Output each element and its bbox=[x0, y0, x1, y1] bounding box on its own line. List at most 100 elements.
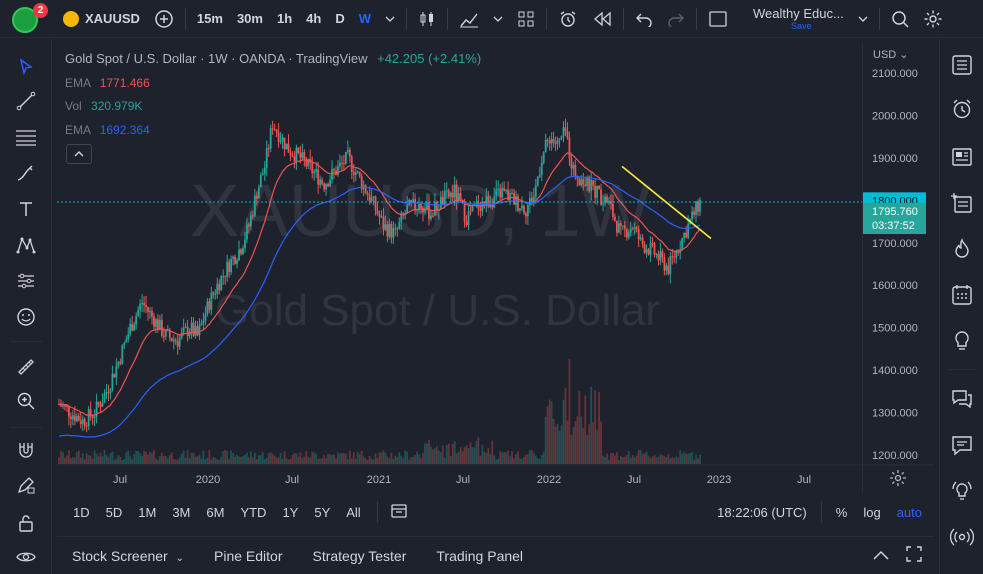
range-1m[interactable]: 1M bbox=[130, 505, 164, 520]
compare-add-button[interactable] bbox=[147, 0, 181, 38]
add-list-icon[interactable] bbox=[948, 189, 976, 217]
tab-pine-editor[interactable]: Pine Editor bbox=[199, 548, 297, 564]
price-chart[interactable]: XAUUSD, 1WGold Spot / U.S. Dollar 2100.0… bbox=[57, 43, 934, 494]
currency-selector[interactable]: USD ⌄ bbox=[873, 48, 909, 61]
search-icon[interactable] bbox=[884, 0, 916, 38]
calendar-icon[interactable] bbox=[948, 281, 976, 309]
candle-body bbox=[103, 393, 106, 403]
magnet-icon[interactable] bbox=[12, 437, 40, 465]
candle-body bbox=[578, 178, 581, 186]
indicator-ema-fast[interactable]: EMA 1771.466 bbox=[65, 76, 150, 90]
streams-broadcast-icon[interactable] bbox=[948, 523, 976, 551]
timeframe-d[interactable]: D bbox=[328, 11, 351, 26]
redo-icon[interactable] bbox=[660, 0, 692, 38]
watchlist-icon[interactable] bbox=[948, 51, 976, 79]
smiley-icon[interactable] bbox=[12, 303, 40, 331]
tab-strategy-tester[interactable]: Strategy Tester bbox=[297, 548, 421, 564]
panel-maximize-icon[interactable] bbox=[900, 546, 934, 565]
watermark-name: Gold Spot / U.S. Dollar bbox=[215, 286, 660, 335]
cursor-icon[interactable] bbox=[12, 53, 40, 81]
auto-scale-toggle[interactable]: auto bbox=[889, 505, 930, 520]
chart-pane[interactable]: XAUUSD, 1W Gold Spot / U.S. Dollar 2100.0… bbox=[57, 43, 934, 494]
timeframe-1h[interactable]: 1h bbox=[270, 11, 299, 26]
undo-icon[interactable] bbox=[628, 0, 660, 38]
lock-icon[interactable] bbox=[12, 509, 40, 537]
indicators-icon[interactable] bbox=[452, 0, 486, 38]
eye-icon[interactable] bbox=[12, 543, 40, 571]
ideas-stream-icon[interactable] bbox=[948, 477, 976, 505]
brush-tool-icon[interactable] bbox=[12, 159, 40, 187]
hotlist-flame-icon[interactable] bbox=[948, 235, 976, 263]
range-5d[interactable]: 5D bbox=[98, 505, 131, 520]
candle-body bbox=[293, 156, 296, 162]
replay-icon[interactable] bbox=[585, 0, 619, 38]
range-1d[interactable]: 1D bbox=[65, 505, 98, 520]
fib-tool-icon[interactable] bbox=[12, 123, 40, 151]
volume-bar bbox=[172, 458, 175, 464]
candle-body bbox=[342, 162, 345, 164]
volume-bar bbox=[186, 450, 189, 464]
time-axis-settings-icon[interactable] bbox=[889, 469, 909, 489]
candle-body bbox=[406, 204, 409, 214]
timeframe-4h[interactable]: 4h bbox=[299, 11, 328, 26]
candle-body bbox=[244, 239, 246, 249]
date-range-icon[interactable] bbox=[382, 503, 416, 522]
timeframe-dropdown-icon[interactable] bbox=[378, 0, 402, 38]
layout-dropdown-icon[interactable] bbox=[851, 0, 875, 38]
candle-body bbox=[99, 404, 102, 407]
volume-bar bbox=[327, 454, 329, 464]
text-tool-icon[interactable] bbox=[12, 195, 40, 223]
news-icon[interactable] bbox=[948, 143, 976, 171]
indicator-volume[interactable]: Vol 320.979K bbox=[65, 99, 142, 113]
symbol-search[interactable]: XAUUSD bbox=[56, 0, 147, 38]
candle-body bbox=[323, 183, 326, 190]
volume-bar bbox=[374, 453, 377, 464]
timeframe-w[interactable]: W bbox=[352, 11, 378, 26]
fullscreen-layout-icon[interactable] bbox=[701, 0, 735, 38]
layout-grid-icon[interactable] bbox=[510, 0, 542, 38]
pattern-tool-icon[interactable] bbox=[12, 231, 40, 259]
candle-body bbox=[101, 402, 104, 407]
timeframe-30m[interactable]: 30m bbox=[230, 11, 270, 26]
timeframe-15m[interactable]: 15m bbox=[190, 11, 230, 26]
utc-clock[interactable]: 18:22:06 (UTC) bbox=[709, 505, 815, 520]
volume-bar bbox=[79, 457, 82, 464]
volume-bar bbox=[265, 457, 268, 464]
alert-icon[interactable] bbox=[551, 0, 585, 38]
volume-bar bbox=[317, 458, 320, 464]
range-6m[interactable]: 6M bbox=[198, 505, 232, 520]
price-axis[interactable]: USD ⌄ bbox=[862, 43, 934, 494]
lock-drawing-pencil-icon[interactable] bbox=[12, 471, 40, 499]
alarm-clock-icon[interactable] bbox=[948, 95, 976, 123]
volume-bar bbox=[671, 457, 674, 464]
gear-icon[interactable] bbox=[916, 0, 950, 38]
range-3m[interactable]: 3M bbox=[164, 505, 198, 520]
ruler-icon[interactable] bbox=[12, 353, 40, 381]
ideas-lightbulb-icon[interactable] bbox=[948, 327, 976, 355]
panel-expand-chevron-up-icon[interactable] bbox=[862, 548, 900, 564]
legend-collapse-button[interactable] bbox=[66, 144, 92, 164]
indicator-ema-slow[interactable]: EMA 1692.364 bbox=[65, 123, 150, 137]
range-all[interactable]: All bbox=[338, 505, 368, 520]
messages-icon[interactable] bbox=[948, 431, 976, 459]
tab-stock-screener[interactable]: Stock Screener ⌄ bbox=[57, 548, 199, 564]
range-5y[interactable]: 5Y bbox=[306, 505, 338, 520]
candle-body bbox=[226, 261, 229, 277]
volume-bar bbox=[337, 452, 339, 464]
indicators-dropdown-icon[interactable] bbox=[486, 0, 510, 38]
volume-bar bbox=[554, 426, 557, 464]
percent-scale-toggle[interactable]: % bbox=[828, 505, 856, 520]
tab-trading-panel[interactable]: Trading Panel bbox=[421, 548, 538, 564]
trendline-tool-icon[interactable] bbox=[12, 87, 40, 115]
range-1y[interactable]: 1Y bbox=[274, 505, 306, 520]
volume-bar bbox=[412, 456, 415, 464]
layout-name-button[interactable]: Wealthy Educ... Save bbox=[735, 0, 851, 38]
log-scale-toggle[interactable]: log bbox=[855, 505, 888, 520]
prediction-tool-icon[interactable] bbox=[12, 267, 40, 295]
indicator-name: Vol bbox=[65, 99, 82, 113]
volume-bar bbox=[232, 452, 234, 464]
candles-icon[interactable] bbox=[411, 0, 443, 38]
chats-icon[interactable] bbox=[948, 385, 976, 413]
range-ytd[interactable]: YTD bbox=[232, 505, 274, 520]
zoom-in-icon[interactable] bbox=[12, 387, 40, 415]
